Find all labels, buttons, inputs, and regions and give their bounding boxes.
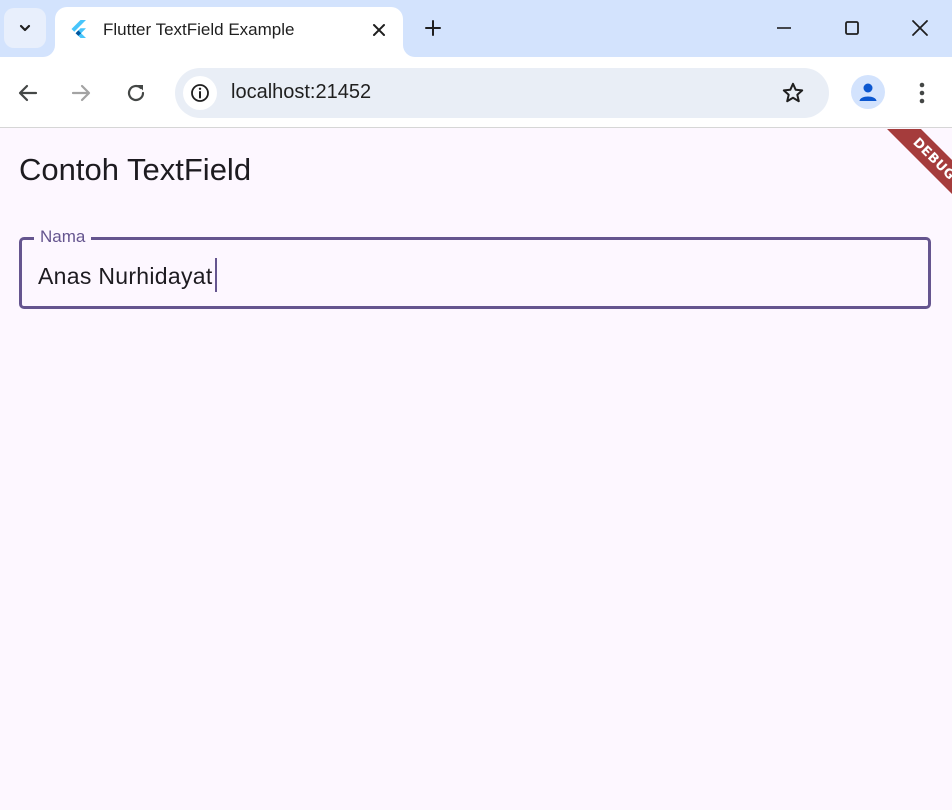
new-tab-button[interactable] xyxy=(419,14,447,42)
maximize-icon xyxy=(845,21,859,35)
arrow-right-icon xyxy=(71,84,91,102)
page-title: Contoh TextField xyxy=(19,152,252,187)
minimize-icon xyxy=(777,27,791,29)
address-bar[interactable]: localhost:21452 xyxy=(175,68,829,118)
arrow-left-icon xyxy=(18,84,38,102)
browser-toolbar: localhost:21452 xyxy=(0,57,952,128)
browser-menu-button[interactable] xyxy=(904,75,940,111)
active-tab[interactable]: Flutter TextField Example xyxy=(55,7,403,57)
star-icon xyxy=(782,82,804,103)
minimize-button[interactable] xyxy=(766,10,802,46)
url-text: localhost:21452 xyxy=(231,81,372,103)
reload-icon xyxy=(127,84,145,102)
debug-banner-label: DEBUG xyxy=(883,129,952,210)
text-cursor xyxy=(214,258,217,292)
flutter-logo-icon xyxy=(71,20,86,38)
back-button[interactable] xyxy=(10,75,46,111)
close-icon xyxy=(912,20,928,36)
site-info-button[interactable] xyxy=(183,76,217,110)
person-icon xyxy=(859,83,877,101)
name-text-field[interactable]: Nama Anas Nurhidayat xyxy=(19,227,931,309)
info-icon xyxy=(191,84,209,102)
close-window-button[interactable] xyxy=(902,10,938,46)
bookmark-button[interactable] xyxy=(775,75,811,111)
tab-title: Flutter TextField Example xyxy=(103,20,295,39)
chevron-down-icon xyxy=(19,24,31,32)
name-field-label: Nama xyxy=(34,227,92,247)
debug-banner: DEBUG xyxy=(868,129,952,213)
kebab-menu-icon xyxy=(919,82,925,104)
profile-button[interactable] xyxy=(851,75,885,109)
tab-strip: Flutter TextField Example xyxy=(0,0,952,57)
close-icon xyxy=(373,24,385,36)
name-field-value: Anas Nurhidayat xyxy=(38,263,213,289)
reload-button[interactable] xyxy=(118,75,154,111)
name-field-input[interactable]: Anas Nurhidayat xyxy=(38,258,217,292)
tab-close-button[interactable] xyxy=(367,18,391,42)
tab-search-button[interactable] xyxy=(4,8,46,48)
forward-button[interactable] xyxy=(63,75,99,111)
app-viewport: Contoh TextField Nama Anas Nurhidayat DE… xyxy=(0,129,952,810)
plus-icon xyxy=(425,20,441,36)
maximize-button[interactable] xyxy=(834,10,870,46)
